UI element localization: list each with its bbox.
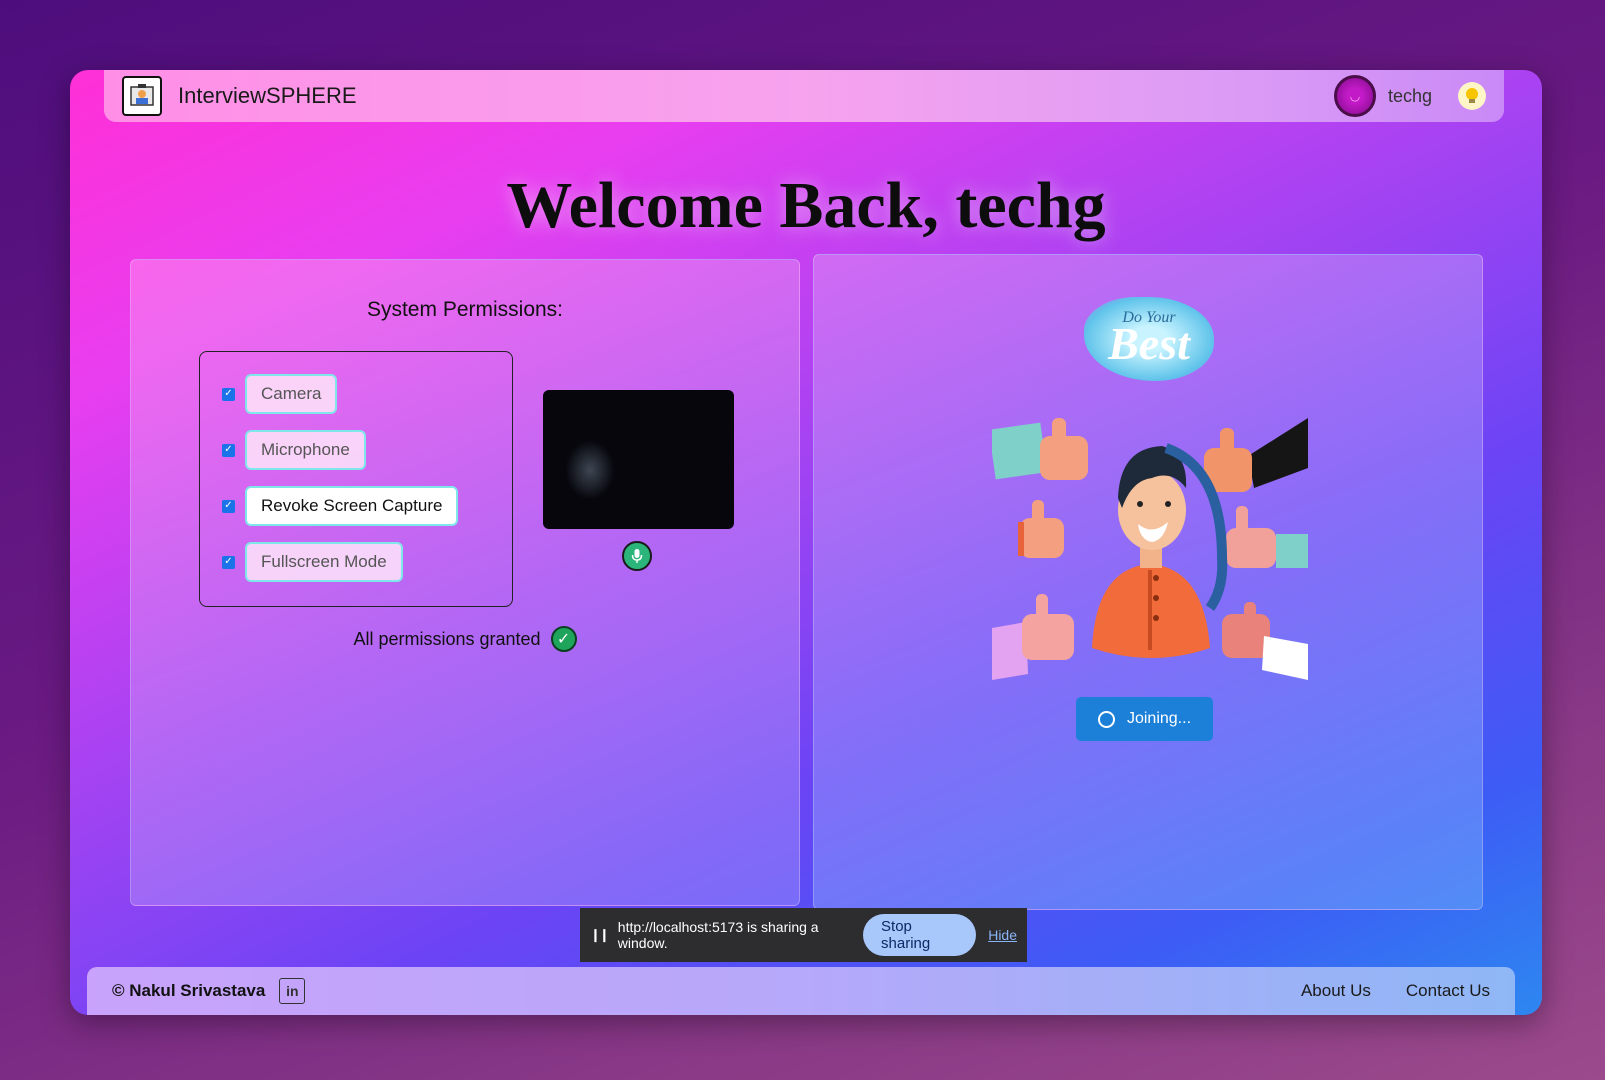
microphone-icon[interactable] (622, 541, 652, 571)
screen-capture-checkbox[interactable]: ✓ (222, 499, 235, 513)
contact-us-link[interactable]: Contact Us (1406, 981, 1490, 1001)
revoke-screen-capture-button[interactable]: Revoke Screen Capture (245, 486, 459, 526)
app-title[interactable]: InterviewSPHERE (178, 83, 357, 109)
thumbs-up-illustration (992, 418, 1308, 680)
screen-share-notification: ❙❙ http://localhost:5173 is sharing a wi… (580, 908, 1027, 962)
joining-button[interactable]: Joining... (1076, 697, 1213, 741)
permissions-list: ✓ Camera ✓ Microphone ✓ Revoke Screen Ca… (199, 351, 513, 607)
footer: © Nakul Srivastava in About Us Contact U… (87, 967, 1515, 1015)
hide-link[interactable]: Hide (988, 927, 1017, 943)
badge-big-text: Best (1108, 317, 1190, 369)
permission-row-screen-capture: ✓ Revoke Screen Capture (222, 486, 459, 526)
app-logo-icon[interactable] (122, 76, 162, 116)
stop-sharing-button[interactable]: Stop sharing (863, 914, 977, 956)
camera-preview-glow (565, 440, 615, 500)
permission-row-microphone: ✓ Microphone (222, 430, 366, 470)
about-us-link[interactable]: About Us (1301, 981, 1371, 1001)
camera-checkbox[interactable]: ✓ (222, 387, 235, 401)
permissions-title: System Permissions: (366, 298, 564, 321)
app-frame: InterviewSPHERE ◡ techg Welcome Back, te… (70, 70, 1542, 1015)
permission-row-fullscreen: ✓ Fullscreen Mode (222, 542, 403, 582)
joining-label: Joining... (1126, 710, 1192, 727)
permissions-status: All permissions granted ✓ (131, 626, 799, 652)
top-navbar: InterviewSPHERE ◡ techg (104, 70, 1504, 122)
theme-toggle-bulb-icon[interactable] (1458, 82, 1486, 110)
pause-icon: ❙❙ (590, 927, 610, 942)
permission-row-camera: ✓ Camera (222, 374, 338, 414)
permissions-panel: System Permissions: ✓ Camera ✓ Microphon… (130, 259, 800, 906)
permissions-status-text: All permissions granted (353, 628, 541, 649)
user-avatar[interactable]: ◡ (1333, 75, 1376, 117)
do-your-best-badge: Do Your Best (1084, 297, 1214, 381)
camera-button[interactable]: Camera (245, 374, 338, 414)
linkedin-icon[interactable]: in (279, 978, 306, 1004)
loading-spinner-icon (1097, 710, 1115, 728)
microphone-button[interactable]: Microphone (245, 430, 366, 470)
welcome-heading: Welcome Back, techg (506, 169, 1106, 242)
camera-preview (543, 390, 734, 529)
join-panel: Do Your Best Joining... (813, 254, 1483, 910)
fullscreen-checkbox[interactable]: ✓ (222, 555, 235, 569)
fullscreen-button[interactable]: Fullscreen Mode (245, 542, 403, 582)
copyright-text: © Nakul Srivastava (112, 981, 266, 1000)
share-message: http://localhost:5173 is sharing a windo… (617, 919, 819, 951)
microphone-checkbox[interactable]: ✓ (222, 443, 235, 457)
check-circle-icon: ✓ (550, 626, 577, 652)
username-label[interactable]: techg (1388, 86, 1432, 107)
